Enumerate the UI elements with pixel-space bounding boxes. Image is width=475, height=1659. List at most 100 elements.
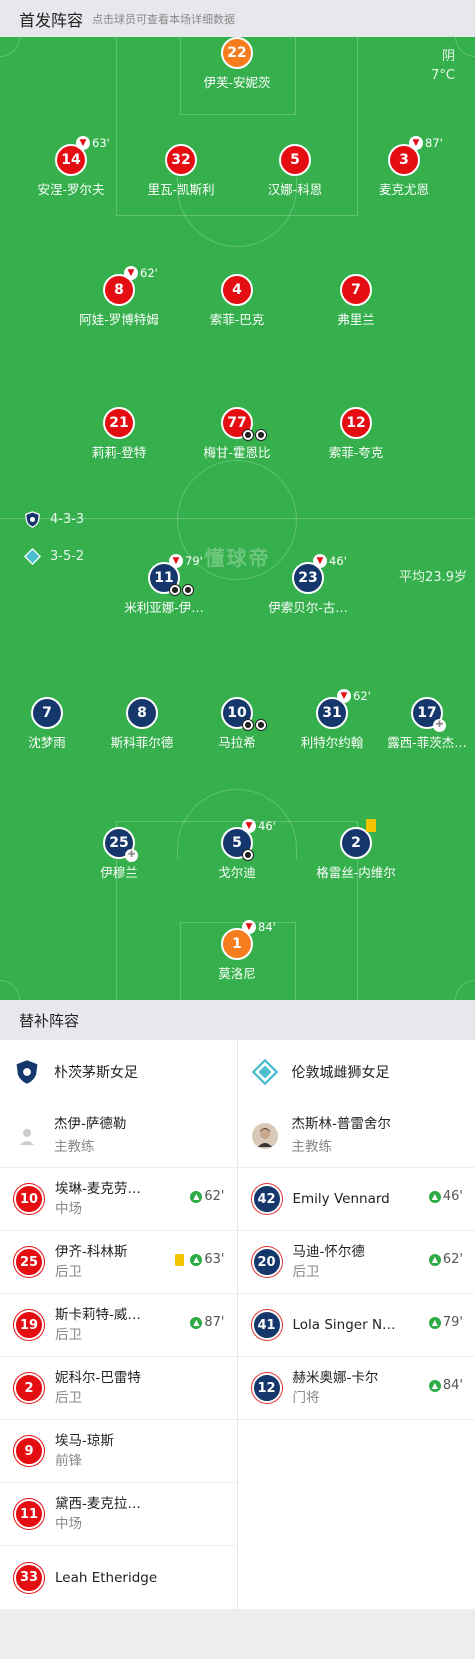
goal-ball-icon: ● <box>182 584 194 596</box>
goal-ball-icon: ● <box>255 719 267 731</box>
away-crest-icon <box>24 548 41 565</box>
sub-player-row[interactable]: 12 赫米奥娜-卡尔 门将 ▲ 84' <box>237 1357 475 1420</box>
sub-in-arrow-icon: ▲ <box>190 1253 203 1266</box>
sub-player-row[interactable]: 41 Lola Singer N… ▲ 79' <box>237 1294 475 1357</box>
goals: ● ● <box>242 719 267 731</box>
sub-player-row[interactable]: 33 Leah Etheridge <box>0 1546 237 1609</box>
home-coach[interactable]: 杰伊-萨德勒 主教练 <box>0 1104 237 1168</box>
sub-position: 前锋 <box>55 1453 82 1469</box>
weather-info: 阴 7°C <box>431 47 455 85</box>
sub-name: 赫米奥娜-卡尔 <box>292 1370 379 1386</box>
player-name: 梅甘-霍恩比 <box>203 445 271 460</box>
sub-player-row[interactable]: 10 埃琳-麦克劳… 中场 ▲ 62' <box>0 1168 237 1231</box>
sub-player-row[interactable]: 9 埃马-琼斯 前锋 <box>0 1420 237 1483</box>
away-crest-icon <box>251 1059 278 1085</box>
sub-in-info: ▲ 62' <box>190 1189 225 1204</box>
sub-position: 后卫 <box>55 1390 82 1406</box>
away-player[interactable]: 5 ▼ 46' ● 戈尔迪 <box>172 819 302 887</box>
coach-placeholder-icon <box>14 1123 40 1149</box>
sub-player-row[interactable]: 42 Emily Vennard ▲ 46' <box>237 1168 475 1231</box>
sub-in-arrow-icon: ▲ <box>428 1316 441 1329</box>
home-player[interactable]: 22 伊芙-安妮茨 <box>172 37 302 97</box>
sub-position: 后卫 <box>292 1264 320 1280</box>
sub-in-info: ▲ 63' <box>175 1252 225 1267</box>
sub-off-icon: ▼ <box>124 266 138 280</box>
home-player[interactable]: 12 索菲-夸克 <box>291 407 421 467</box>
away-player[interactable]: 1 ▼ 84' 莫洛尼 <box>172 920 302 988</box>
sub-name: Emily Vennard <box>292 1191 390 1207</box>
home-player[interactable]: 77 ● ● 梅甘-霍恩比 <box>172 407 302 467</box>
lineup-hint: 点击球员可查看本场详细数据 <box>92 12 236 26</box>
sub-in-info: ▲ 79' <box>428 1315 463 1330</box>
sub-minute: 62' <box>140 266 158 280</box>
sub-position: 后卫 <box>55 1264 82 1280</box>
away-player[interactable]: 11 ▼ 79' ● ● 米利亚娜-伊… <box>99 554 229 622</box>
player-number: 8 <box>126 697 158 729</box>
player-name: 伊索贝尔-古… <box>268 600 348 615</box>
sub-name: 马迪-怀尔德 <box>292 1244 365 1260</box>
subs-panel: 朴茨茅斯女足 杰伊-萨德勒 主教练 10 埃琳-麦克劳… 中场 ▲ 62' 25 伊齐… <box>0 1040 475 1609</box>
player-number: 12 <box>340 407 372 439</box>
sub-off-icon: ▼ <box>76 136 90 150</box>
home-crest-icon <box>25 511 40 528</box>
subs-title: 替补阵容 <box>0 1000 475 1040</box>
sub-player-row[interactable]: 25 伊齐-科林斯 后卫 ▲ 63' <box>0 1231 237 1294</box>
player-name: 格雷丝-内维尔 <box>316 865 396 880</box>
sub-name: Lola Singer N… <box>292 1317 396 1333</box>
goal-ball-icon: ● <box>169 584 181 596</box>
player-name: 莉莉-登特 <box>91 445 147 460</box>
away-player[interactable]: 17 ✚ 露西-菲茨杰… <box>362 697 475 757</box>
away-player[interactable]: 23 ▼ 46' 伊索贝尔-古… <box>243 554 373 622</box>
sub-in-minute: 84' <box>442 1378 463 1393</box>
player-name: 索菲-夸克 <box>328 445 384 460</box>
sub-player-row[interactable]: 2 妮科尔-巴雷特 后卫 <box>0 1357 237 1420</box>
away-formation-text: 3-5-2 <box>50 549 85 564</box>
sub-off-icon: ▼ <box>242 920 256 934</box>
away-player[interactable]: 2 格雷丝-内维尔 <box>291 819 421 887</box>
goal-ball-icon: ● <box>255 429 267 441</box>
player-name: 里瓦-凯斯利 <box>147 182 215 197</box>
player-number: 32 <box>165 144 197 176</box>
player-name: 弗里兰 <box>337 312 375 327</box>
lineup-title: 首发阵容 <box>19 10 84 30</box>
home-crest-icon <box>16 1060 38 1084</box>
sub-player-row[interactable]: 11 黛西-麦克拉… 中场 <box>0 1483 237 1546</box>
sub-player-row[interactable]: 20 马迪-怀尔德 后卫 ▲ 62' <box>237 1231 475 1294</box>
player-number: 4 <box>221 274 253 306</box>
sub-player-row[interactable]: 19 斯卡莉特-威… 后卫 ▲ 87' <box>0 1294 237 1357</box>
yellow-card-icon <box>366 819 376 832</box>
sub-number: 2 <box>14 1373 44 1403</box>
coach-avatar <box>251 1122 278 1149</box>
home-player[interactable]: 32 里瓦-凯斯利 <box>116 144 246 204</box>
home-player[interactable]: 4 索菲-巴克 <box>172 274 302 334</box>
player-name: 麦克尤恩 <box>378 182 429 197</box>
home-team-row[interactable]: 朴茨茅斯女足 <box>0 1040 237 1104</box>
player-name: 露西-菲茨杰… <box>387 735 467 750</box>
home-player[interactable]: 7 弗里兰 <box>291 274 421 334</box>
away-team-row[interactable]: 伦敦城雌狮女足 <box>238 1040 475 1104</box>
away-player[interactable]: 25 ✚ 伊穆兰 <box>54 827 184 887</box>
sub-position: 中场 <box>55 1201 82 1217</box>
home-team-name: 朴茨茅斯女足 <box>54 1065 138 1081</box>
home-player[interactable]: 3 ▼ 87' 麦克尤恩 <box>339 136 469 204</box>
home-player[interactable]: 21 莉莉-登特 <box>54 407 184 467</box>
lineup-header: 首发阵容 点击球员可查看本场详细数据 <box>0 0 475 37</box>
away-coach[interactable]: 杰斯林-普雷舍尔 主教练 <box>237 1104 475 1168</box>
sub-number: 42 <box>251 1184 282 1214</box>
goal-ball-icon: ● <box>242 429 254 441</box>
sub-minute: 84' <box>258 920 276 934</box>
sub-in-arrow-icon: ▲ <box>428 1253 441 1266</box>
goal-ball-icon: ● <box>242 719 254 731</box>
injury-icon: ✚ <box>125 849 138 862</box>
sub-in-minute: 62' <box>204 1189 225 1204</box>
away-subs-column: 伦敦城雌狮女足 杰斯林-普雷舍尔 主教练 42 Emily Vennard ▲ 46… <box>237 1040 475 1609</box>
pitch: 阴 7°C 懂球帝 4-3-3 3-5-2 平均23.9岁 22 伊芙-安妮茨 … <box>0 37 475 1000</box>
player-number: 5 <box>279 144 311 176</box>
sub-in-minute: 87' <box>204 1315 225 1330</box>
goals: ● ● <box>242 429 267 441</box>
player-name: 伊穆兰 <box>100 865 138 880</box>
sub-name: 伊齐-科林斯 <box>55 1244 128 1260</box>
coach-role: 主教练 <box>291 1138 333 1155</box>
home-player[interactable]: 8 ▼ 62' 阿娃-罗博特姆 <box>54 266 184 334</box>
sub-number: 9 <box>14 1436 44 1466</box>
